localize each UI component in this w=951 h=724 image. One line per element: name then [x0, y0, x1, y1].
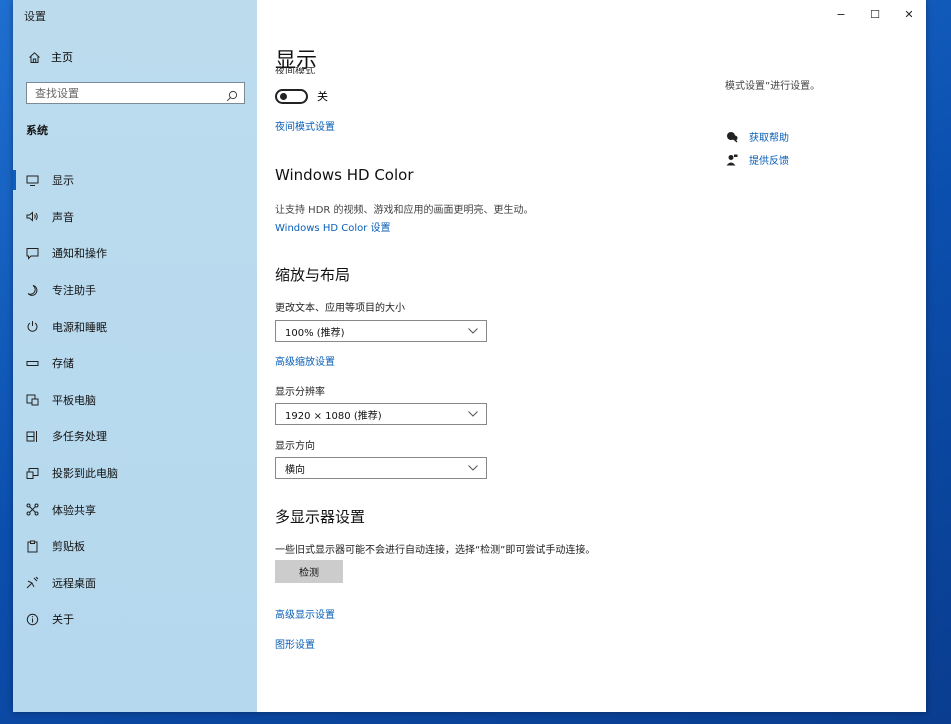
- multitask-icon: [26, 430, 39, 443]
- size-dropdown-value: 100% (推荐): [285, 327, 345, 339]
- chevron-down-icon: [468, 465, 478, 471]
- clipboard-icon: [26, 540, 39, 553]
- sidebar-item-project[interactable]: 投影到此电脑: [13, 455, 257, 492]
- sidebar-section-title: 系统: [26, 124, 48, 137]
- share-icon: [26, 503, 39, 516]
- app-title: 设置: [24, 10, 46, 23]
- storage-icon: [26, 357, 39, 370]
- help-chat-icon: [725, 130, 739, 144]
- sidebar-item-about[interactable]: 关于: [13, 601, 257, 638]
- main-content: − ☐ ✕ 显示 夜间模式 关 夜间模式设置 Windows HD Color …: [257, 0, 926, 712]
- monitor-icon: [26, 174, 39, 187]
- sidebar-item-display[interactable]: 显示: [13, 162, 257, 199]
- sidebar-item-label: 专注助手: [52, 284, 96, 298]
- settings-window: 设置 主页 查找设置 系统 显示 声音 通知和操作 专注助手 电源和睡眠 存储 …: [13, 0, 926, 712]
- feedback-person-icon: [725, 153, 739, 167]
- advanced-display-link[interactable]: 高级显示设置: [275, 606, 335, 621]
- orientation-dropdown-value: 横向: [285, 464, 305, 476]
- sidebar-item-shared-experiences[interactable]: 体验共享: [13, 491, 257, 528]
- resolution-label: 显示分辨率: [275, 387, 325, 398]
- sidebar-item-label: 多任务处理: [52, 430, 107, 444]
- night-light-settings-link[interactable]: 夜间模式设置: [275, 118, 335, 133]
- orientation-label: 显示方向: [275, 441, 315, 452]
- sidebar-item-label: 剪贴板: [52, 540, 85, 554]
- sidebar-item-label: 投影到此电脑: [52, 467, 118, 481]
- close-button[interactable]: ✕: [892, 0, 926, 28]
- get-help-link[interactable]: 获取帮助: [725, 129, 789, 144]
- search-input[interactable]: 查找设置: [26, 82, 245, 104]
- night-light-toggle[interactable]: [275, 88, 308, 104]
- window-controls: − ☐ ✕: [824, 0, 926, 28]
- right-panel-note: 模式设置”进行设置。: [725, 81, 821, 92]
- sidebar: 设置 主页 查找设置 系统 显示 声音 通知和操作 专注助手 电源和睡眠 存储 …: [13, 0, 257, 712]
- sidebar-item-tablet[interactable]: 平板电脑: [13, 382, 257, 419]
- size-dropdown[interactable]: 100% (推荐): [275, 320, 487, 342]
- multi-display-description: 一些旧式显示器可能不会进行自动连接，选择“检测”即可尝试手动连接。: [275, 545, 596, 556]
- tablet-icon: [26, 393, 39, 406]
- chevron-down-icon: [468, 328, 478, 334]
- sidebar-item-label: 电源和睡眠: [52, 320, 107, 334]
- sidebar-item-clipboard[interactable]: 剪贴板: [13, 528, 257, 565]
- sidebar-item-storage[interactable]: 存储: [13, 345, 257, 382]
- orientation-dropdown[interactable]: 横向: [275, 457, 487, 479]
- hdr-description: 让支持 HDR 的视频、游戏和应用的画面更明亮、更生动。: [275, 205, 534, 216]
- sidebar-nav: 显示 声音 通知和操作 专注助手 电源和睡眠 存储 平板电脑 多任务处理 投影到…: [13, 162, 257, 638]
- get-help-label: 获取帮助: [749, 133, 789, 144]
- graphics-settings-link[interactable]: 图形设置: [275, 636, 315, 651]
- size-label: 更改文本、应用等项目的大小: [275, 303, 405, 314]
- sidebar-item-label: 存储: [52, 357, 74, 371]
- feedback-link[interactable]: 提供反馈: [725, 152, 789, 167]
- power-icon: [26, 320, 39, 333]
- sidebar-item-label: 显示: [52, 174, 74, 188]
- remote-desktop-icon: [26, 576, 39, 589]
- maximize-button[interactable]: ☐: [858, 0, 892, 28]
- sidebar-home[interactable]: 主页: [27, 49, 73, 65]
- minimize-button[interactable]: −: [824, 0, 858, 28]
- search-placeholder: 查找设置: [35, 87, 79, 100]
- sidebar-item-sound[interactable]: 声音: [13, 199, 257, 236]
- sidebar-item-remote-desktop[interactable]: 远程桌面: [13, 565, 257, 602]
- sidebar-item-focus-assist[interactable]: 专注助手: [13, 272, 257, 309]
- chevron-down-icon: [468, 411, 478, 417]
- resolution-dropdown-value: 1920 × 1080 (推荐): [285, 410, 382, 422]
- multi-display-heading: 多显示器设置: [275, 508, 366, 526]
- sidebar-item-label: 体验共享: [52, 503, 96, 517]
- hdr-heading: Windows HD Color: [275, 166, 414, 184]
- resolution-dropdown[interactable]: 1920 × 1080 (推荐): [275, 403, 487, 425]
- sidebar-item-label: 关于: [52, 613, 74, 627]
- sidebar-item-label: 声音: [52, 210, 74, 224]
- home-icon: [27, 50, 41, 64]
- sidebar-item-label: 通知和操作: [52, 247, 107, 261]
- hdr-settings-link[interactable]: Windows HD Color 设置: [275, 219, 391, 234]
- sidebar-item-label: 平板电脑: [52, 393, 96, 407]
- night-light-toggle-state: 关: [317, 90, 328, 103]
- moon-icon: [26, 284, 39, 297]
- project-icon: [26, 467, 39, 480]
- scale-heading: 缩放与布局: [275, 266, 351, 284]
- sidebar-item-multitasking[interactable]: 多任务处理: [13, 418, 257, 455]
- night-light-label: 夜间模式: [275, 67, 315, 74]
- feedback-label: 提供反馈: [749, 156, 789, 167]
- advanced-scaling-link[interactable]: 高级缩放设置: [275, 353, 335, 368]
- notification-icon: [26, 247, 39, 260]
- sidebar-home-label: 主页: [51, 51, 73, 64]
- night-light-toggle-row: 关: [275, 88, 328, 104]
- sidebar-item-power[interactable]: 电源和睡眠: [13, 308, 257, 345]
- sidebar-item-notifications[interactable]: 通知和操作: [13, 235, 257, 272]
- sidebar-item-label: 远程桌面: [52, 576, 96, 590]
- search-icon[interactable]: [226, 87, 238, 102]
- info-icon: [26, 613, 39, 626]
- detect-button[interactable]: 检测: [275, 560, 343, 583]
- speaker-icon: [26, 210, 39, 223]
